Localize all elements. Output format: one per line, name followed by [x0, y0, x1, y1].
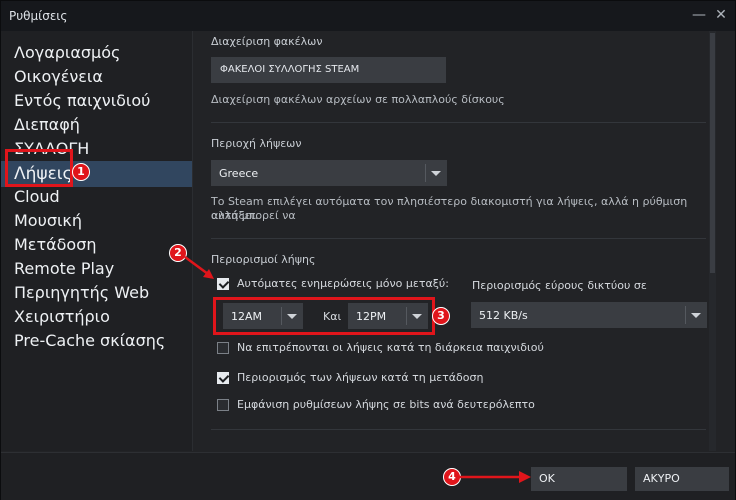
sidebar-item-label: Οικογένεια [14, 67, 103, 86]
library-folders-button[interactable]: ΦΑΚΕΛΟΙ ΣΥΛΛΟΓΗΣ STEAM [211, 57, 446, 83]
annotation-box-time-range [213, 297, 435, 335]
sidebar-item-label: Μουσική [14, 211, 82, 230]
minimize-icon[interactable]: — [689, 5, 709, 25]
allow-downloads-gameplay-checkbox[interactable] [217, 342, 229, 354]
dropdown-separator [425, 164, 426, 182]
region-heading: Περιοχή λήψεων [211, 137, 302, 150]
scrollbar-thumb[interactable] [710, 33, 715, 273]
cancel-button[interactable]: ΑΚΥΡΟ [635, 467, 729, 491]
close-icon[interactable]: ✕ [711, 5, 731, 25]
annotation-box-downloads [5, 149, 73, 187]
auto-update-label: Αυτόματες ενημερώσεις μόνο μεταξύ: [237, 277, 449, 290]
sidebar-item-label: Διεπαφή [14, 115, 80, 134]
settings-sidebar: Λογαριασμός Οικογένεια Εντός παιχνιδιού … [1, 31, 193, 451]
divider [211, 429, 706, 430]
throttle-broadcasting-label: Περιορισμός των λήψεων κατά τη μετάδοση [237, 371, 484, 384]
show-bits-checkbox[interactable] [217, 399, 229, 411]
folders-note: Διαχείριση φακέλων αρχείων σε πολλαπλούς… [211, 93, 505, 106]
bandwidth-value: 512 KB/s [479, 309, 528, 322]
sidebar-item-account[interactable]: Λογαριασμός [1, 41, 192, 65]
sidebar-item-label: Μετάδοση [14, 235, 97, 254]
bandwidth-dropdown[interactable]: 512 KB/s [471, 302, 707, 328]
title-bar: Ρυθμίσεις — ✕ [1, 1, 735, 31]
sidebar-item-controller[interactable]: Χειριστήριο [1, 305, 192, 329]
window-title: Ρυθμίσεις [9, 9, 68, 23]
region-note-line1: Το Steam επιλέγει αυτόματα τον πλησιέστε… [211, 195, 688, 222]
allow-downloads-gameplay-label: Να επιτρέπονται οι λήψεις κατά τη διάρκε… [237, 341, 544, 354]
region-value: Greece [219, 167, 259, 180]
annotation-arrow-2 [184, 255, 214, 279]
sidebar-item-label: Remote Play [14, 259, 115, 278]
sidebar-item-label: Λογαριασμός [14, 43, 121, 62]
sidebar-item-shader-pre-cache[interactable]: Pre-Cache σκίασης [1, 329, 192, 353]
show-bits-label: Εμφάνιση ρυθμίσεων λήψης σε bits ανά δευ… [237, 398, 535, 411]
sidebar-item-remote-play[interactable]: Remote Play [1, 257, 192, 281]
chevron-down-icon [431, 171, 441, 176]
sidebar-item-interface[interactable]: Διεπαφή [1, 113, 192, 137]
sidebar-item-label: Χειριστήριο [14, 307, 110, 326]
annotation-badge-1: 1 [72, 163, 90, 181]
sidebar-item-cloud[interactable]: Cloud [1, 185, 192, 209]
sidebar-item-label: Περιηγητής Web [14, 283, 150, 302]
bandwidth-label: Περιορισμός εύρους δικτύου σε [472, 279, 647, 292]
annotation-arrow-4 [459, 471, 531, 483]
content-scrollbar[interactable] [709, 31, 716, 451]
settings-window: Ρυθμίσεις — ✕ Λογαριασμός Οικογένεια Εντ… [0, 0, 736, 500]
sidebar-item-family[interactable]: Οικογένεια [1, 65, 192, 89]
sidebar-item-web-browser[interactable]: Περιηγητής Web [1, 281, 192, 305]
dialog-footer: OK ΑΚΥΡΟ [1, 452, 735, 500]
sidebar-item-label: Pre-Cache σκίασης [14, 331, 166, 350]
region-note-line2: αλλάξει. [211, 209, 258, 222]
sidebar-item-label: Cloud [14, 187, 60, 206]
sidebar-item-broadcasting[interactable]: Μετάδοση [1, 233, 192, 257]
chevron-down-icon [691, 313, 701, 318]
sidebar-item-music[interactable]: Μουσική [1, 209, 192, 233]
annotation-badge-3: 3 [432, 307, 450, 325]
ok-button[interactable]: OK [531, 467, 627, 491]
divider [211, 122, 706, 123]
folders-heading: Διαχείριση φακέλων [211, 35, 323, 48]
dropdown-separator [685, 306, 686, 324]
divider [211, 238, 706, 239]
sidebar-item-in-game[interactable]: Εντός παιχνιδιού [1, 89, 192, 113]
downloads-panel: Διαχείριση φακέλων ΦΑΚΕΛΟΙ ΣΥΛΛΟΓΗΣ STEA… [193, 31, 716, 451]
sidebar-item-label: Εντός παιχνιδιού [14, 91, 151, 110]
region-dropdown[interactable]: Greece [211, 160, 447, 186]
throttle-broadcasting-checkbox[interactable] [217, 372, 229, 384]
limits-heading: Περιορισμοί λήψης [211, 253, 316, 266]
